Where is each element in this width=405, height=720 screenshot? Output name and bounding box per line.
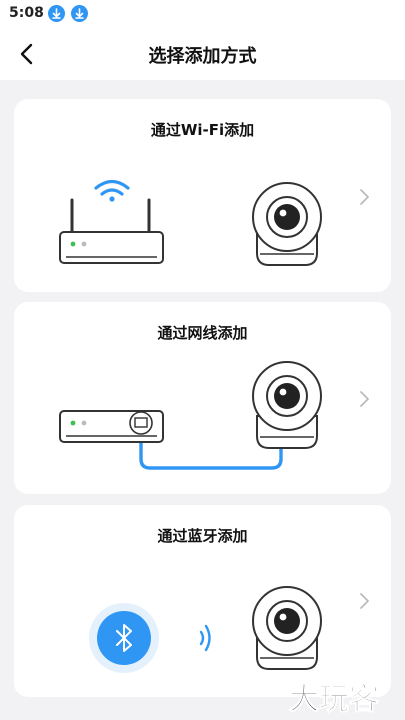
download-icon bbox=[48, 5, 65, 22]
camera-icon bbox=[252, 586, 322, 670]
chevron-right-icon bbox=[360, 391, 369, 407]
option-card-bluetooth[interactable]: 通过蓝牙添加 bbox=[14, 505, 391, 697]
status-time: 5:08 bbox=[9, 5, 44, 21]
chevron-right-icon bbox=[360, 189, 369, 205]
option-card-ethernet[interactable]: 通过网线添加 bbox=[14, 302, 391, 494]
camera-icon bbox=[252, 361, 322, 449]
chevron-right-icon bbox=[360, 593, 369, 609]
option-card-wifi[interactable]: 通过Wi-Fi添加 bbox=[14, 99, 391, 292]
watermark-text: 大玩客 bbox=[289, 682, 379, 716]
wifi-icon bbox=[94, 179, 130, 202]
status-bar: 5:08 bbox=[0, 0, 405, 28]
router-icon bbox=[59, 410, 164, 443]
watermark-logo: 大玩客 bbox=[289, 682, 380, 717]
header: 选择添加方式 bbox=[0, 28, 405, 80]
router-icon bbox=[59, 198, 164, 264]
signal-waves-icon bbox=[199, 624, 211, 652]
camera-icon bbox=[252, 182, 322, 266]
page-title: 选择添加方式 bbox=[148, 46, 257, 67]
bluetooth-icon bbox=[89, 603, 159, 673]
download-icon bbox=[71, 5, 88, 22]
